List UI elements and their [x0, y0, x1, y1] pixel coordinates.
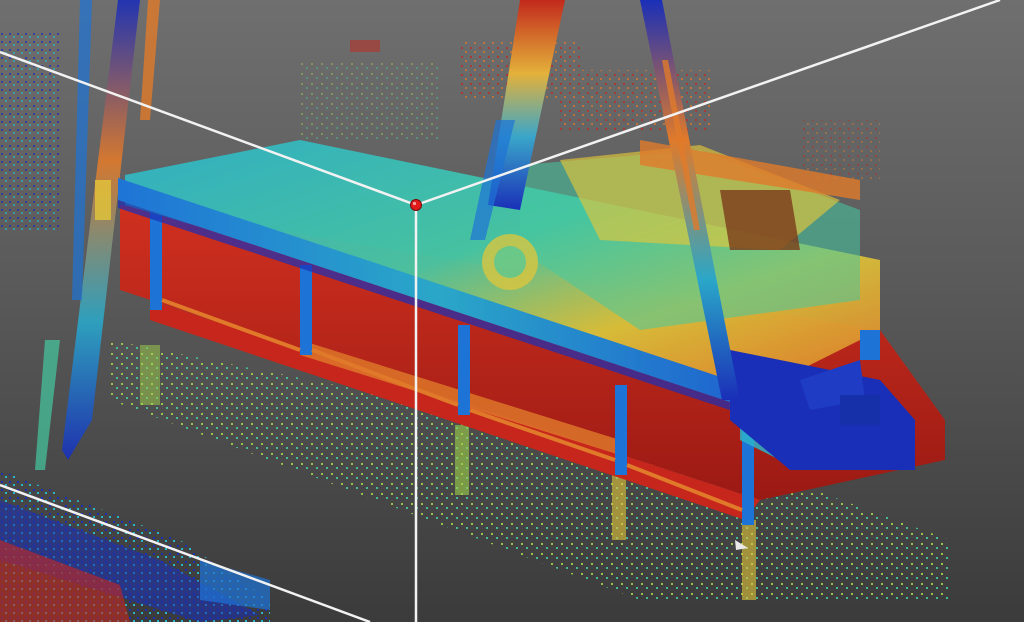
- point-cloud-viewport[interactable]: [0, 0, 1024, 622]
- point-cloud-canvas[interactable]: [0, 0, 1024, 622]
- dock-structure: [0, 470, 270, 622]
- red-dot-icon[interactable]: [410, 199, 422, 211]
